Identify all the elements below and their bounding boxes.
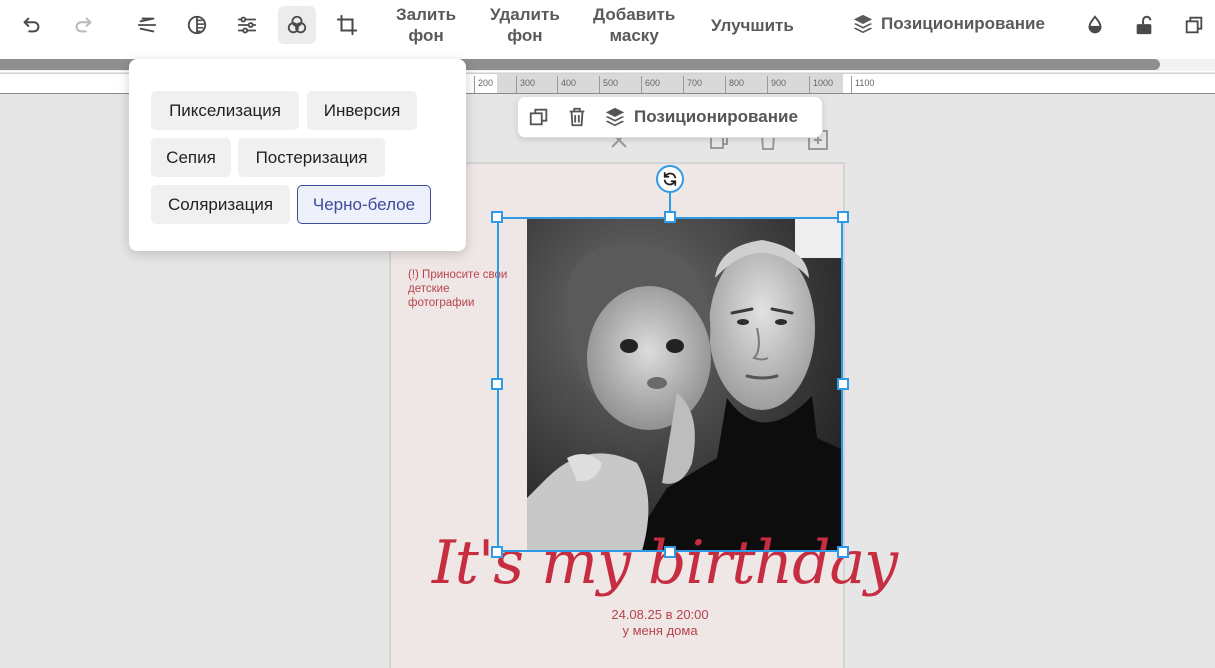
rotate-icon <box>663 172 677 186</box>
fill-background-line1: Залить <box>396 5 457 24</box>
ruler-tick: 400 <box>557 76 576 93</box>
context-positioning-label: Позиционирование <box>634 107 798 126</box>
duplicate-icon[interactable] <box>1175 6 1213 44</box>
crop-icon[interactable] <box>328 6 366 44</box>
ruler-selection-highlight <box>497 74 843 93</box>
ruler-tick: 900 <box>767 76 786 93</box>
add-mask-line2: маску <box>609 26 659 45</box>
fill-background-button[interactable]: Залить фон <box>396 4 456 46</box>
enhance-label: Улучшить <box>711 16 794 35</box>
duplicate-element-icon[interactable] <box>528 106 550 128</box>
layers-icon <box>605 107 625 127</box>
resize-handle-top[interactable] <box>664 211 676 223</box>
resize-handle-top-left[interactable] <box>491 211 503 223</box>
sliders-icon[interactable] <box>228 6 266 44</box>
ruler-tick: 300 <box>516 76 535 93</box>
ruler-tick: 500 <box>599 76 618 93</box>
enhance-button[interactable]: Улучшить <box>711 15 794 36</box>
resize-handle-top-right[interactable] <box>837 211 849 223</box>
remove-background-button[interactable]: Удалить фон <box>490 4 560 46</box>
rotate-handle[interactable] <box>656 165 684 193</box>
event-details[interactable]: 24.08.25 в 20:00 у меня дома <box>560 607 760 639</box>
element-context-toolbar: Позиционирование <box>517 96 823 138</box>
flip-icon[interactable] <box>128 6 166 44</box>
resize-handle-bottom[interactable] <box>664 546 676 558</box>
undo-icon[interactable] <box>13 6 51 44</box>
add-mask-line1: Добавить <box>593 5 676 24</box>
event-date: 24.08.25 в 20:00 <box>611 607 709 622</box>
filter-black-white-button[interactable]: Черно-белое <box>297 185 431 224</box>
filter-sepia-button[interactable]: Сепия <box>151 138 231 177</box>
ruler-tick: 800 <box>725 76 744 93</box>
side-note-text[interactable]: (!) Приносите свои детские фотографии <box>408 268 508 310</box>
add-mask-button[interactable]: Добавить маску <box>593 4 675 46</box>
delete-element-icon[interactable] <box>566 106 588 128</box>
filters-icon[interactable] <box>278 6 316 44</box>
unlock-icon[interactable] <box>1125 6 1163 44</box>
filter-invert-button[interactable]: Инверсия <box>307 91 417 130</box>
resize-handle-right[interactable] <box>837 378 849 390</box>
selection-frame <box>497 217 843 552</box>
ruler-tick: 1100 <box>851 76 874 93</box>
resize-handle-bottom-left[interactable] <box>491 546 503 558</box>
ruler-tick: 1000 <box>809 76 833 93</box>
positioning-label: Позиционирование <box>881 14 1045 33</box>
fill-background-line2: фон <box>408 26 444 45</box>
remove-background-line1: Удалить <box>490 5 560 24</box>
ruler-tick: 200 <box>474 76 493 93</box>
filters-popover: Пикселизация Инверсия Сепия Постеризация… <box>129 59 466 251</box>
context-positioning-button[interactable]: Позиционирование <box>604 106 798 128</box>
opacity-icon[interactable] <box>1076 6 1114 44</box>
event-place: у меня дома <box>622 623 698 638</box>
resize-handle-bottom-right[interactable] <box>837 546 849 558</box>
ruler-tick: 700 <box>683 76 702 93</box>
adjust-contrast-icon[interactable] <box>178 6 216 44</box>
redo-icon[interactable] <box>64 6 102 44</box>
resize-handle-left[interactable] <box>491 378 503 390</box>
remove-background-line2: фон <box>507 26 543 45</box>
ruler-tick: 600 <box>641 76 660 93</box>
filter-posterize-button[interactable]: Постеризация <box>238 138 385 177</box>
filter-solarize-button[interactable]: Соляризация <box>151 185 290 224</box>
positioning-button[interactable]: Позиционирование <box>852 13 1045 35</box>
layers-icon <box>853 14 873 34</box>
filter-pixelate-button[interactable]: Пикселизация <box>151 91 299 130</box>
